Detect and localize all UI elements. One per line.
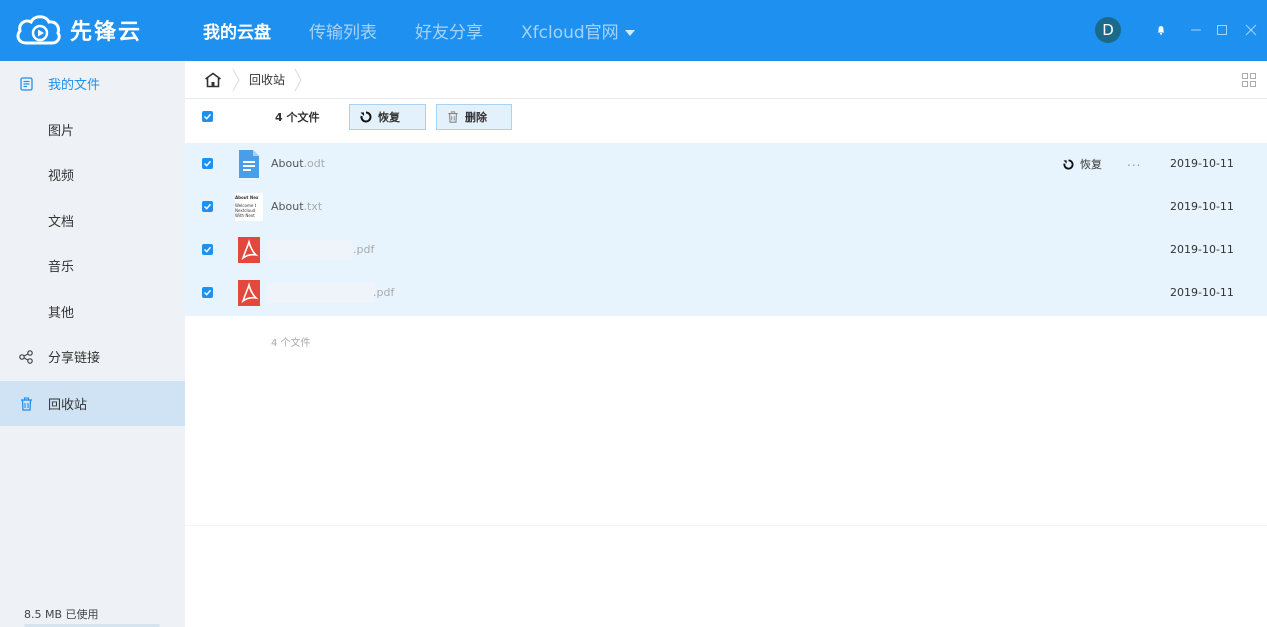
nav-official-site-label: Xfcloud官网 [521,23,619,43]
minimize-icon[interactable] [1185,19,1207,41]
document-icon [239,150,259,178]
file-date: 2019-10-11 [1170,157,1234,170]
maximize-icon[interactable] [1211,19,1233,41]
restore-button[interactable]: 恢复 [349,104,426,130]
file-count-footer: 4 个文件 [271,338,311,349]
file-ext: .pdf [373,286,395,299]
sidebar-item-label: 回收站 [48,398,88,413]
sidebar-item-label: 音乐 [48,260,75,275]
main-nav: 我的云盘 传输列表 好友分享 Xfcloud官网 [203,0,673,61]
row-restore-button[interactable]: 恢复 [1063,156,1102,172]
delete-button-label: 删除 [465,111,487,124]
file-name[interactable]: .pdf [373,286,394,299]
restore-icon [1063,158,1075,170]
sidebar-item-label: 分享链接 [48,351,101,366]
nav-my-drive[interactable]: 我的云盘 [203,18,271,43]
redacted-filename [267,240,353,260]
selected-count: 4 个文件 [275,111,320,124]
file-ext: .odt [303,157,326,170]
main-content: 回收站 4 个文件 恢复 删除 About.odt 恢复 ... 2019-10… [185,61,1267,627]
cloud-play-logo-icon [16,15,61,45]
row-checkbox[interactable] [202,201,213,212]
grid-view-icon[interactable] [1241,72,1257,88]
row-checkbox[interactable] [202,287,213,298]
select-all-checkbox[interactable] [202,111,213,122]
delete-button[interactable]: 删除 [436,104,512,130]
file-name-base: About [271,200,304,213]
file-ext: .txt [303,200,323,213]
row-checkbox[interactable] [202,244,213,255]
sidebar-item-videos[interactable]: 视频 [0,152,185,197]
sidebar-item-label: 我的文件 [48,78,101,93]
sidebar: 我的文件 图片 视频 文档 音乐 其他 分享链接 回收站 8.5 MB 已使用 [0,61,185,627]
chevron-right-icon [232,68,240,91]
file-name[interactable]: .pdf [353,243,374,256]
top-bar: 先锋云 我的云盘 传输列表 好友分享 Xfcloud官网 D [0,0,1267,61]
sidebar-item-label: 视频 [48,169,75,184]
app-name: 先锋云 [70,20,143,45]
breadcrumb: 回收站 [185,61,1267,99]
divider [185,525,1267,526]
nav-official-site[interactable]: Xfcloud官网 [521,18,635,43]
app-logo: 先锋云 [14,12,142,48]
file-name[interactable]: About.odt [271,157,325,170]
sidebar-item-share-links[interactable]: 分享链接 [0,334,185,379]
table-row[interactable]: .pdf 2019-10-11 [185,272,1267,315]
thumbnail-line: With Next [235,213,255,218]
sidebar-item-label: 其他 [48,306,75,321]
bell-icon[interactable] [1150,19,1172,41]
sidebar-item-label: 文档 [48,215,75,230]
share-icon [18,349,34,365]
sidebar-item-images[interactable]: 图片 [0,107,185,152]
table-row[interactable]: About Nex Welcome t Nextcloud With Next … [185,186,1267,229]
storage-usage: 8.5 MB 已使用 [24,608,99,621]
sidebar-item-my-files[interactable]: 我的文件 [0,61,185,106]
user-avatar[interactable]: D [1095,17,1121,43]
file-list: About.odt 恢复 ... 2019-10-11 About Nex We… [185,143,1267,316]
row-checkbox[interactable] [202,158,213,169]
file-name-base: About [271,157,304,170]
close-icon[interactable] [1240,19,1262,41]
file-name[interactable]: About.txt [271,200,322,213]
file-date: 2019-10-11 [1170,243,1234,256]
file-list-icon [18,76,34,92]
pdf-icon [238,280,260,306]
breadcrumb-current[interactable]: 回收站 [249,71,285,88]
home-icon[interactable] [203,70,223,90]
caret-down-icon [624,30,635,36]
more-options-icon[interactable]: ... [1127,155,1141,169]
row-restore-label: 恢复 [1080,158,1102,171]
sidebar-item-other[interactable]: 其他 [0,289,185,334]
file-ext: .pdf [353,243,375,256]
restore-button-label: 恢复 [378,111,400,124]
sidebar-item-music[interactable]: 音乐 [0,243,185,288]
trash-icon [447,111,459,123]
pdf-icon [238,237,260,263]
redacted-filename [267,283,375,303]
chevron-right-icon [294,68,302,91]
table-row[interactable]: About.odt 恢复 ... 2019-10-11 [185,143,1267,186]
nav-friend-share[interactable]: 好友分享 [415,18,483,43]
sidebar-item-label: 图片 [48,124,75,139]
text-thumbnail-icon: About Nex Welcome t Nextcloud With Next [235,193,263,221]
file-date: 2019-10-11 [1170,286,1234,299]
nav-transfer-list[interactable]: 传输列表 [309,18,377,43]
file-date: 2019-10-11 [1170,200,1234,213]
trash-icon [18,396,34,412]
thumbnail-line: About Nex [235,195,259,200]
sidebar-item-documents[interactable]: 文档 [0,198,185,243]
toolbar: 4 个文件 恢复 删除 [185,99,1267,143]
sidebar-item-recycle-bin[interactable]: 回收站 [0,381,185,426]
restore-icon [360,111,372,123]
table-row[interactable]: .pdf 2019-10-11 [185,229,1267,272]
